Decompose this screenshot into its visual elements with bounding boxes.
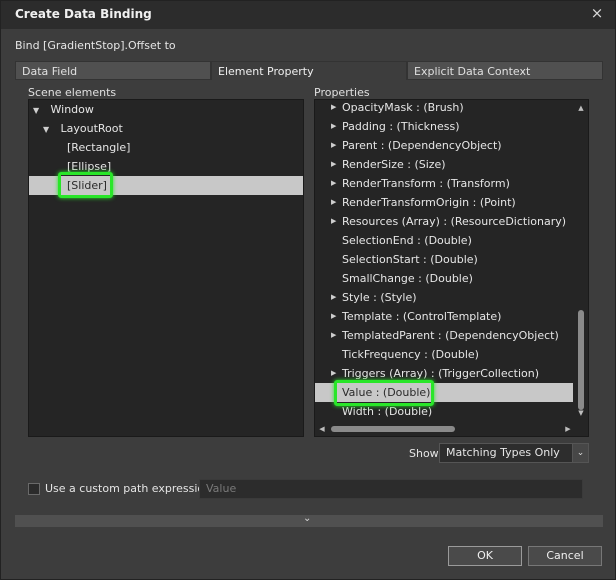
show-label: Show bbox=[409, 447, 439, 460]
scroll-right-icon[interactable]: ▶ bbox=[563, 424, 573, 434]
cancel-button[interactable]: Cancel bbox=[528, 546, 602, 566]
expand-arrow-icon[interactable]: ▶ bbox=[331, 174, 341, 193]
tab-explicit-data-context[interactable]: Explicit Data Context bbox=[407, 61, 603, 80]
properties-horizontal-scrollbar[interactable]: ◀ ▶ bbox=[315, 422, 588, 436]
scroll-down-icon[interactable]: ▼ bbox=[576, 408, 586, 418]
property-row-selectionstart[interactable]: SelectionStart : (Double) bbox=[315, 250, 573, 269]
property-row-parent[interactable]: ▶ Parent : (DependencyObject) bbox=[315, 136, 573, 155]
chevron-down-icon[interactable]: ⌄ bbox=[572, 444, 588, 462]
scroll-left-icon[interactable]: ◀ bbox=[317, 424, 327, 434]
show-filter-value: Matching Types Only bbox=[446, 446, 560, 459]
create-data-binding-dialog: Create Data Binding × Bind [GradientStop… bbox=[0, 0, 616, 580]
custom-path-input[interactable]: Value bbox=[199, 479, 583, 499]
dialog-title: Create Data Binding bbox=[15, 7, 152, 21]
custom-path-label[interactable]: Use a custom path expression bbox=[45, 482, 211, 495]
horizontal-scroll-thumb[interactable] bbox=[331, 426, 455, 432]
tree-item-rectangle[interactable]: [Rectangle] bbox=[67, 138, 130, 157]
expand-arrow-icon[interactable]: ▶ bbox=[331, 193, 341, 212]
property-label: SelectionStart : (Double) bbox=[342, 253, 478, 266]
properties-label: Properties bbox=[314, 86, 370, 99]
property-label: TemplatedParent : (DependencyObject) bbox=[342, 329, 559, 342]
property-row-tickfrequency[interactable]: TickFrequency : (Double) bbox=[315, 345, 573, 364]
value-highlight-box bbox=[334, 380, 434, 406]
expand-arrow-icon[interactable]: ▶ bbox=[331, 307, 341, 326]
custom-path-checkbox[interactable] bbox=[28, 483, 40, 495]
tree-item-label: LayoutRoot bbox=[60, 122, 123, 135]
property-row-smallchange[interactable]: SmallChange : (Double) bbox=[315, 269, 573, 288]
property-label: SmallChange : (Double) bbox=[342, 272, 473, 285]
property-label: Parent : (DependencyObject) bbox=[342, 139, 502, 152]
ok-button[interactable]: OK bbox=[448, 546, 522, 566]
property-row-style[interactable]: ▶ Style : (Style) bbox=[315, 288, 573, 307]
property-label: RenderTransform : (Transform) bbox=[342, 177, 510, 190]
property-label: Style : (Style) bbox=[342, 291, 417, 304]
vertical-scroll-thumb[interactable] bbox=[578, 310, 584, 410]
close-icon[interactable]: × bbox=[588, 4, 606, 22]
expand-arrow-icon[interactable]: ▶ bbox=[331, 212, 341, 231]
tree-item-label: Window bbox=[50, 103, 94, 116]
expand-arrow-icon[interactable]: ▶ bbox=[331, 117, 341, 136]
expand-arrow-icon[interactable]: ▶ bbox=[331, 136, 341, 155]
tab-data-field[interactable]: Data Field bbox=[15, 61, 211, 80]
expand-arrow-icon[interactable]: ▶ bbox=[331, 155, 341, 174]
scroll-up-icon[interactable]: ▲ bbox=[576, 103, 586, 113]
property-label: SelectionEnd : (Double) bbox=[342, 234, 472, 247]
slider-highlight-box bbox=[58, 172, 113, 198]
property-row-rendertransformorigin[interactable]: ▶ RenderTransformOrigin : (Point) bbox=[315, 193, 573, 212]
tree-item-layoutroot[interactable]: ▼ LayoutRoot bbox=[43, 119, 123, 138]
property-label: Template : (ControlTemplate) bbox=[342, 310, 502, 323]
property-row-opacitymask[interactable]: ▶ OpacityMask : (Brush) bbox=[315, 100, 573, 117]
scene-elements-tree[interactable]: ▼ Window ▼ LayoutRoot [Rectangle] [Ellip… bbox=[28, 99, 304, 437]
show-filter-select[interactable]: Matching Types Only ⌄ bbox=[439, 443, 589, 463]
properties-vertical-scrollbar[interactable]: ▲ ▼ bbox=[574, 100, 588, 424]
property-row-padding[interactable]: ▶ Padding : (Thickness) bbox=[315, 117, 573, 136]
tab-element-property[interactable]: Element Property bbox=[211, 61, 407, 81]
property-row-rendertransform[interactable]: ▶ RenderTransform : (Transform) bbox=[315, 174, 573, 193]
bind-target-label: Bind [GradientStop].Offset to bbox=[15, 39, 176, 52]
tree-item-window[interactable]: ▼ Window bbox=[33, 100, 94, 119]
property-row-resources[interactable]: ▶ Resources (Array) : (ResourceDictionar… bbox=[315, 212, 573, 231]
scene-elements-label: Scene elements bbox=[28, 86, 117, 99]
property-label: TickFrequency : (Double) bbox=[342, 348, 479, 361]
expand-arrow-icon[interactable]: ▶ bbox=[331, 100, 341, 117]
property-label: RenderSize : (Size) bbox=[342, 158, 446, 171]
property-label: OpacityMask : (Brush) bbox=[342, 101, 464, 114]
property-label: Resources (Array) : (ResourceDictionary) bbox=[342, 215, 567, 228]
property-row-selectionend[interactable]: SelectionEnd : (Double) bbox=[315, 231, 573, 250]
expand-arrow-icon[interactable]: ▼ bbox=[33, 101, 43, 120]
expand-arrow-icon[interactable]: ▼ bbox=[43, 120, 53, 139]
property-label: Padding : (Thickness) bbox=[342, 120, 460, 133]
property-row-template[interactable]: ▶ Template : (ControlTemplate) bbox=[315, 307, 573, 326]
expand-arrow-icon[interactable]: ▶ bbox=[331, 288, 341, 307]
chevron-down-icon[interactable]: ⌄ bbox=[303, 513, 311, 524]
property-row-rendersize[interactable]: ▶ RenderSize : (Size) bbox=[315, 155, 573, 174]
title-bar[interactable]: Create Data Binding × bbox=[1, 1, 615, 29]
more-options-expander[interactable]: ⌄ bbox=[15, 513, 603, 527]
expand-arrow-icon[interactable]: ▶ bbox=[331, 326, 341, 345]
property-label: RenderTransformOrigin : (Point) bbox=[342, 196, 516, 209]
property-row-templatedparent[interactable]: ▶ TemplatedParent : (DependencyObject) bbox=[315, 326, 573, 345]
